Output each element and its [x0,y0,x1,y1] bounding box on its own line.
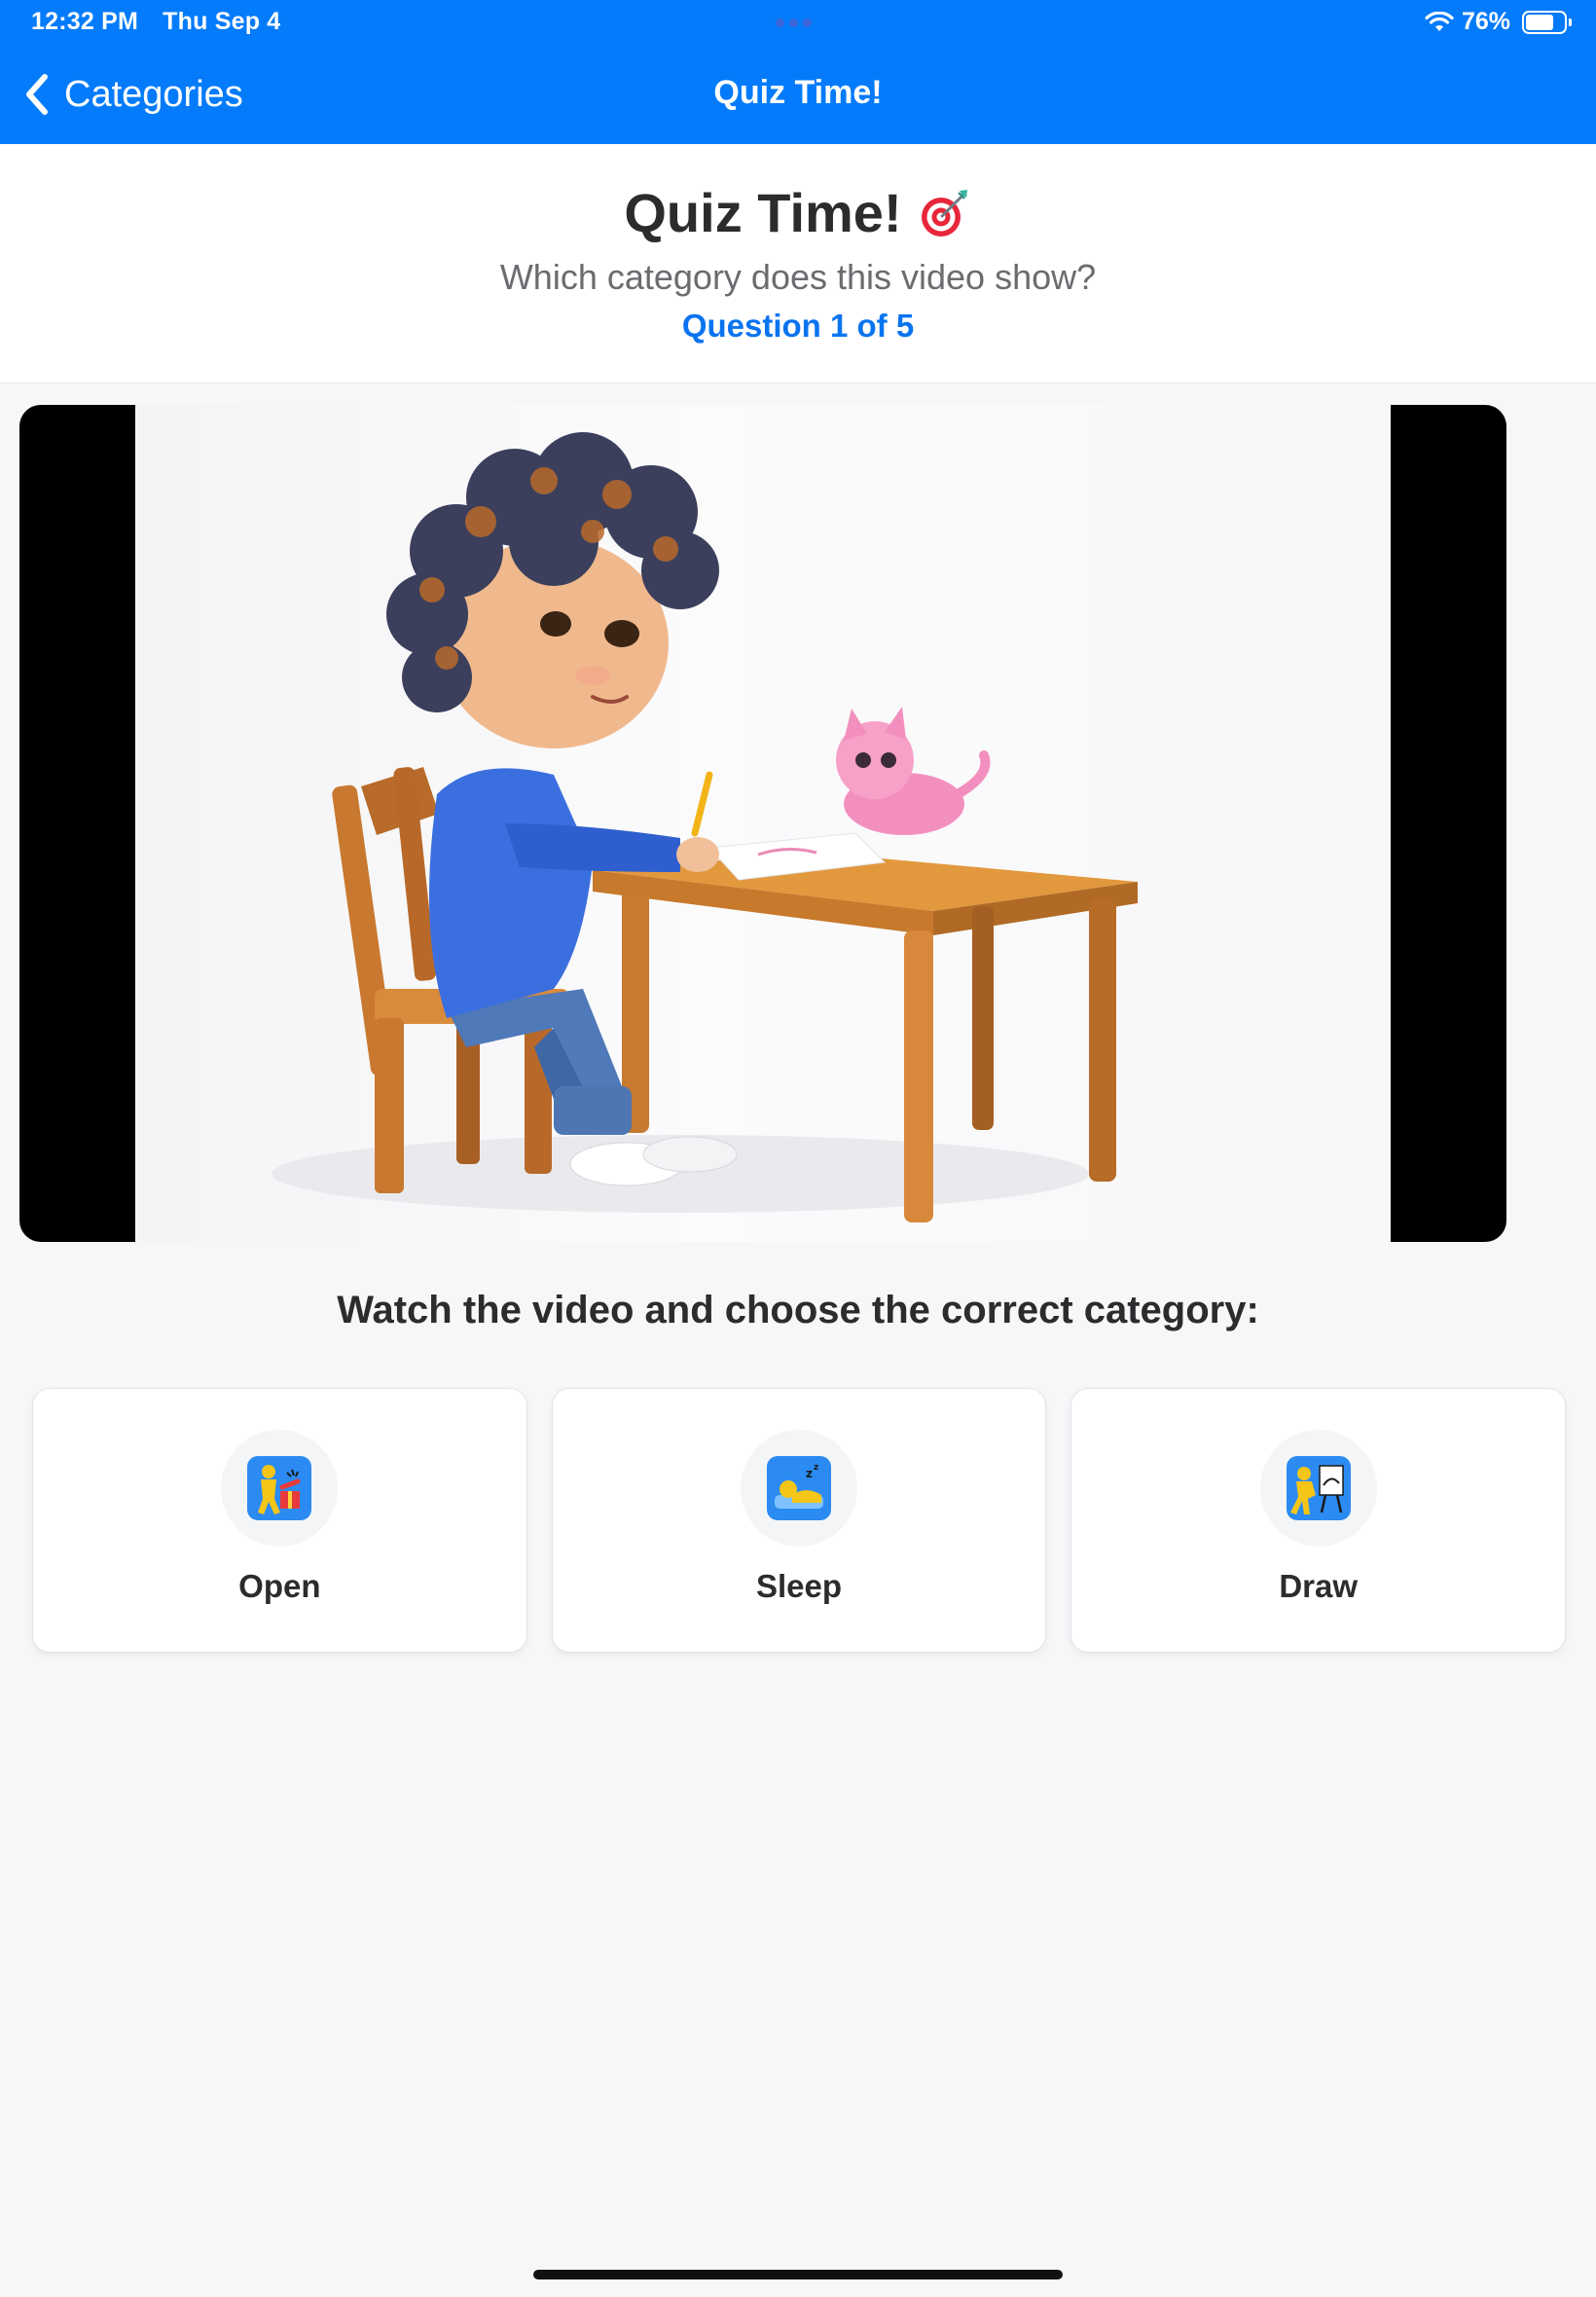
question-prompt: Which category does this video show? [499,257,1097,297]
battery-percent: 76% [1461,8,1510,35]
svg-text:z: z [806,1467,813,1480]
open-gift-icon [247,1456,312,1520]
home-indicator[interactable] [533,2270,1063,2279]
navigation-bar: 12:32 PM Thu Sep 4 76% Categories Quiz T… [0,0,1596,144]
option-draw-button[interactable]: Draw [1070,1388,1567,1653]
option-icon-background [221,1430,339,1547]
nav-title: Quiz Time! [713,74,883,111]
multitasking-dots-icon[interactable] [776,18,812,27]
option-icon-background [1259,1430,1377,1547]
svg-text:z: z [814,1463,818,1473]
sleep-icon: z z [767,1456,831,1520]
video-player[interactable] [19,405,1506,1242]
status-time: 12:32 PM [31,8,138,35]
pink-cat-illustration [836,707,991,835]
status-date: Thu Sep 4 [163,8,281,35]
battery-level [1526,14,1553,30]
quiz-header: Quiz Time! Which category does this vide… [0,144,1596,383]
target-icon [921,189,967,237]
quiz-screen: 12:32 PM Thu Sep 4 76% Categories Quiz T… [0,0,1596,2297]
battery-icon [1522,10,1572,34]
draw-easel-icon [1286,1456,1351,1520]
child-illustration [386,432,738,1186]
instruction-text: Watch the video and choose the correct c… [337,1289,1259,1331]
status-bar-datetime: 12:32 PM Thu Sep 4 [31,8,280,36]
video-frame-illustration [135,405,1391,1242]
status-bar-right: 76% [1425,8,1572,36]
option-open-button[interactable]: Open [32,1388,527,1653]
child-drawing-illustration [272,432,1138,1222]
page-title-text: Quiz Time! [624,182,902,243]
answer-options: Open z z Sleep Draw [32,1388,1567,1653]
option-label: Draw [1279,1568,1359,1604]
option-label: Sleep [755,1568,843,1604]
question-progress: Question 1 of 5 [681,308,915,344]
option-icon-background: z z [741,1430,857,1547]
wifi-icon [1425,11,1454,31]
option-sleep-button[interactable]: z z Sleep [551,1388,1047,1653]
option-label: Open [238,1568,321,1604]
page-title: Quiz Time! [0,181,1596,244]
